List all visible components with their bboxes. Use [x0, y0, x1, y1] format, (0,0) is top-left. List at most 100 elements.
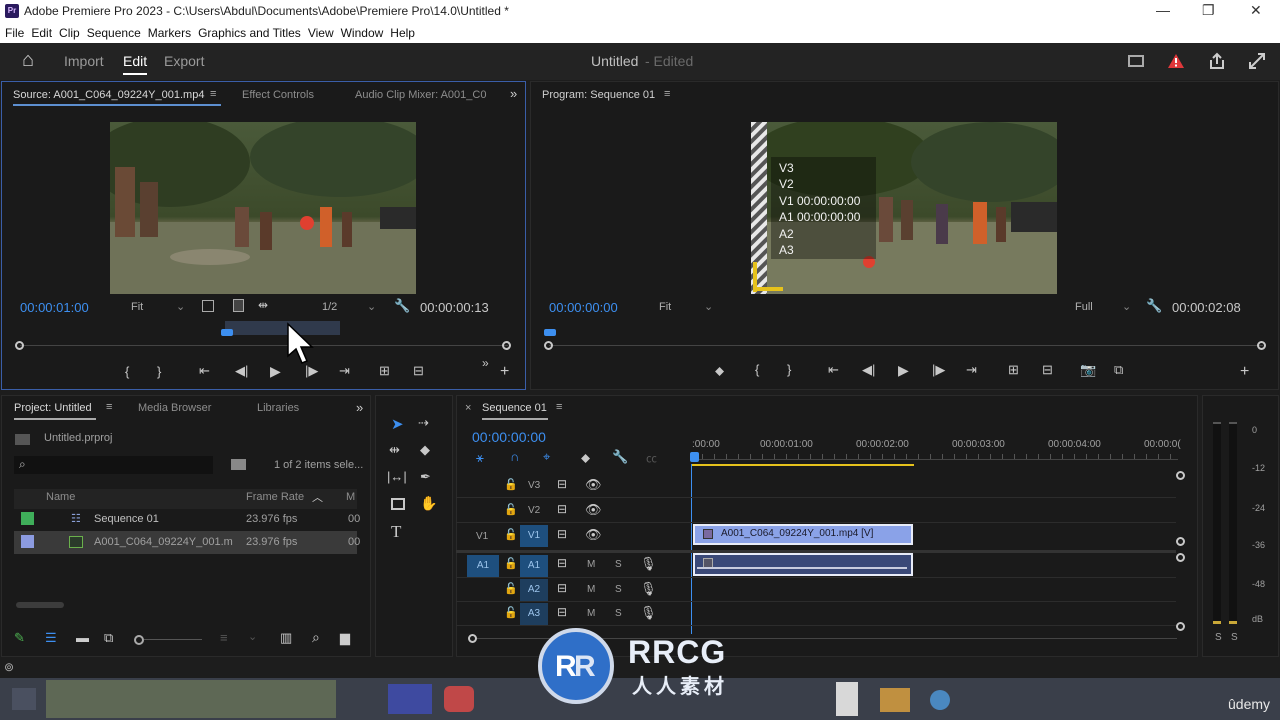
ripple-edit-tool-icon[interactable]: ⇹	[389, 442, 400, 458]
taskbar-app-icon[interactable]	[836, 682, 858, 716]
menu-clip[interactable]: Clip	[59, 23, 80, 43]
comparison-view-icon[interactable]: ⧉	[1114, 362, 1123, 378]
automate-to-sequence-icon[interactable]: ▥	[280, 630, 292, 646]
overwrite-button[interactable]: ⊟	[413, 363, 424, 379]
menu-graphics[interactable]: Graphics and Titles	[198, 23, 301, 43]
nest-toggle-icon[interactable]: ⚹	[476, 450, 484, 466]
vertical-zoom-handle[interactable]	[1176, 471, 1185, 480]
name-column-header[interactable]: Name	[46, 491, 75, 503]
taskbar-app-icon[interactable]	[388, 684, 432, 714]
taskbar-app-icon[interactable]	[12, 688, 36, 710]
vertical-zoom-handle[interactable]	[1176, 553, 1185, 562]
project-horizontal-scrollbar[interactable]	[16, 602, 64, 608]
step-back-button[interactable]: ◀|	[862, 362, 875, 378]
close-sequence-icon[interactable]: ×	[465, 402, 471, 414]
source-tab-menu-icon[interactable]: ≡	[210, 88, 216, 100]
restore-button[interactable]: ❐	[1202, 2, 1215, 19]
program-zoom-select[interactable]: Fit	[659, 301, 671, 313]
source-playhead[interactable]	[221, 329, 233, 336]
voiceover-mic-icon[interactable]: 🎙	[640, 556, 657, 572]
mark-in-button[interactable]: {	[125, 364, 129, 379]
menu-help[interactable]: Help	[390, 23, 415, 43]
background-tasks-icon[interactable]: ⊚	[4, 660, 14, 674]
media-browser-tab[interactable]: Media Browser	[138, 402, 211, 414]
button-editor-icon[interactable]: +	[1240, 363, 1249, 381]
source-scrubber[interactable]	[15, 321, 511, 350]
sync-lock-icon[interactable]: ⊟	[557, 502, 567, 516]
close-button[interactable]: ✕	[1250, 2, 1262, 19]
list-view-icon[interactable]: ☰	[45, 630, 57, 646]
zoom-handle-left[interactable]	[544, 341, 553, 350]
captions-icon[interactable]: ㏄	[646, 450, 657, 466]
effect-controls-tab[interactable]: Effect Controls	[242, 89, 314, 101]
menu-window[interactable]: Window	[341, 23, 384, 43]
menu-view[interactable]: View	[308, 23, 334, 43]
go-to-out-button[interactable]: ⇥	[966, 362, 977, 378]
play-button[interactable]: ▶	[270, 363, 281, 380]
menu-sequence[interactable]: Sequence	[87, 23, 141, 43]
timeline-timecode[interactable]: 00:00:00:00	[472, 429, 546, 445]
safe-margins-icon[interactable]	[202, 300, 214, 312]
write-mode-pencil-icon[interactable]: ✎	[14, 630, 25, 646]
project-row-selected[interactable]: A001_C064_09224Y_001.m 23.976 fps 00	[14, 531, 360, 554]
mark-out-button[interactable]: }	[787, 362, 791, 377]
solo-button[interactable]: S	[615, 584, 622, 595]
icon-view-icon[interactable]: ▬	[76, 630, 89, 645]
toggle-output-eye-icon[interactable]: 👁	[585, 527, 602, 543]
track-target-a2[interactable]: A2	[520, 579, 548, 601]
project-row[interactable]: ☷ Sequence 01 23.976 fps 00	[14, 508, 360, 531]
solo-left-button[interactable]: S	[1215, 632, 1222, 643]
audio-clip-mixer-tab[interactable]: Audio Clip Mixer: A001_C0	[355, 89, 486, 101]
zoom-handle-right[interactable]	[1257, 341, 1266, 350]
zoom-slider-handle[interactable]	[134, 635, 144, 645]
panel-layout-icon[interactable]	[1128, 55, 1144, 67]
program-playhead[interactable]	[544, 329, 556, 336]
vertical-zoom-handle[interactable]	[1176, 537, 1185, 546]
menu-file[interactable]: File	[5, 23, 24, 43]
vertical-zoom-handle[interactable]	[1176, 622, 1185, 631]
sync-lock-icon[interactable]: ⊟	[557, 527, 567, 541]
menu-edit[interactable]: Edit	[31, 23, 52, 43]
timeline-settings-wrench-icon[interactable]: 🔧	[612, 449, 628, 465]
project-search-input[interactable]: ⌕	[14, 456, 213, 474]
dropdown-icon[interactable]: ⌄	[248, 630, 257, 643]
sync-lock-icon[interactable]: ⊟	[557, 477, 567, 491]
source-tab[interactable]: Source: A001_C064_09224Y_001.mp4	[13, 89, 204, 101]
toggle-output-eye-icon[interactable]: 👁	[585, 502, 602, 518]
program-tab[interactable]: Program: Sequence 01	[542, 89, 655, 101]
source-patch-a1[interactable]: A1	[467, 555, 499, 577]
sort-icons-icon[interactable]: ≡	[220, 630, 228, 645]
mute-button[interactable]: M	[587, 559, 595, 570]
voiceover-mic-icon[interactable]: 🎙	[640, 605, 657, 621]
program-current-timecode[interactable]: 00:00:00:00	[549, 300, 618, 315]
solo-button[interactable]: S	[615, 608, 622, 619]
edit-tab[interactable]: Edit	[123, 53, 147, 69]
work-area-bar[interactable]	[692, 464, 914, 466]
minimize-button[interactable]: —	[1156, 2, 1170, 18]
extract-button[interactable]: ⊟	[1042, 362, 1053, 378]
timeline-playhead-handle[interactable]	[690, 452, 699, 462]
source-current-timecode[interactable]: 00:00:01:00	[20, 300, 89, 315]
sequence-tab[interactable]: Sequence 01	[482, 402, 547, 414]
selection-tool-icon[interactable]: ➤	[391, 415, 404, 433]
find-icon[interactable]: ⌕	[312, 629, 320, 646]
media-column-header[interactable]: M	[346, 491, 355, 503]
settings-wrench-icon[interactable]: 🔧	[394, 298, 410, 314]
taskbar-thumbnail[interactable]	[46, 680, 336, 718]
voiceover-mic-icon[interactable]: 🎙	[640, 581, 657, 597]
sync-lock-icon[interactable]: ⊟	[557, 556, 567, 570]
slip-tool-icon[interactable]: |↔|	[387, 469, 407, 484]
linked-selection-icon[interactable]: ⌖	[543, 449, 550, 465]
libraries-tab[interactable]: Libraries	[257, 402, 299, 414]
import-tab[interactable]: Import	[64, 53, 104, 69]
taskbar-app-icon[interactable]	[444, 686, 474, 712]
program-tab-menu-icon[interactable]: ≡	[664, 88, 670, 100]
zoom-slider-track[interactable]	[144, 639, 202, 640]
new-search-bin-icon[interactable]	[231, 459, 246, 470]
lock-track-icon[interactable]: 🔓	[504, 528, 518, 541]
fullscreen-icon[interactable]	[1248, 52, 1266, 70]
freeform-view-icon[interactable]: ⧉	[104, 630, 113, 646]
lock-track-icon[interactable]: 🔓	[504, 478, 518, 491]
source-zoom-select[interactable]: Fit	[131, 301, 143, 313]
home-icon[interactable]: ⌂	[22, 49, 34, 72]
